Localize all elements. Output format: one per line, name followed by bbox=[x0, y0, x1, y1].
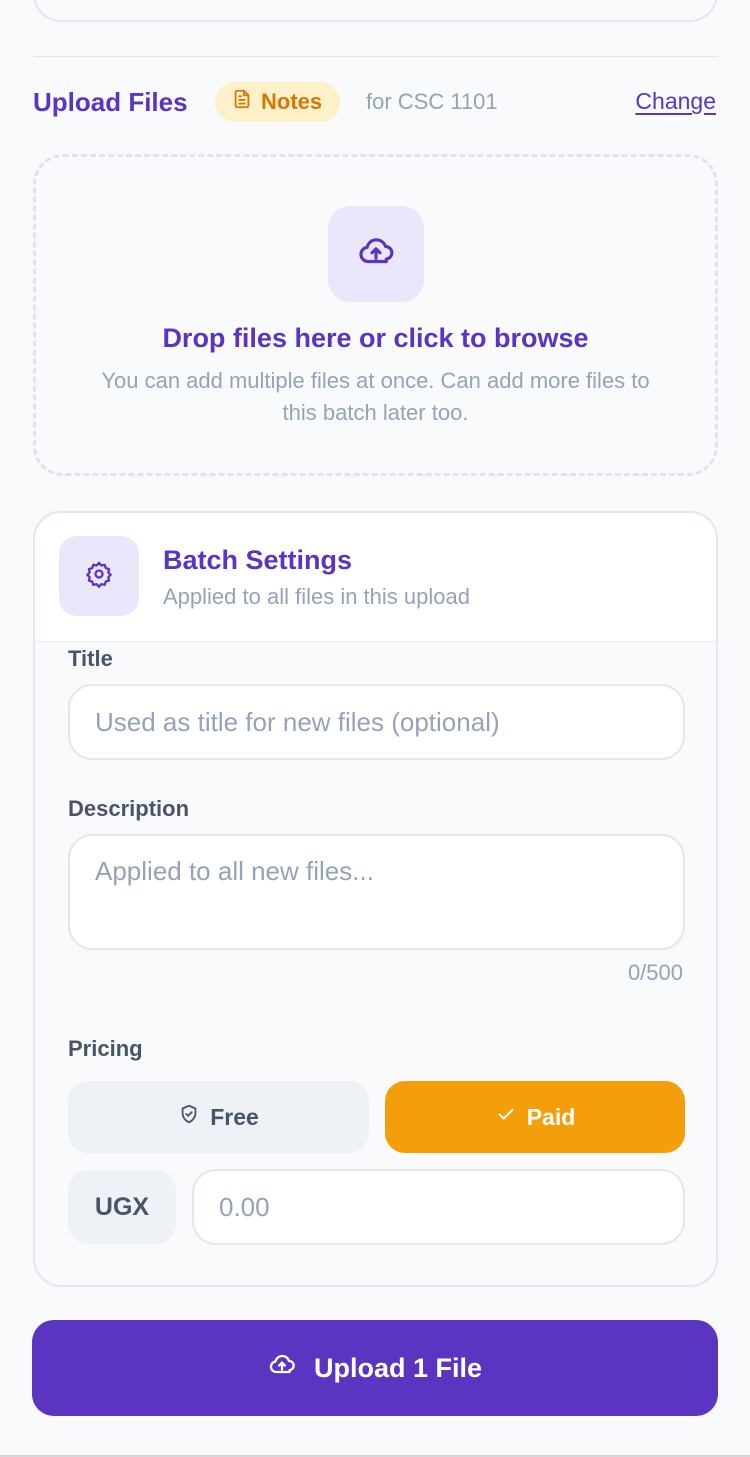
gear-icon-box bbox=[59, 536, 139, 616]
check-icon bbox=[495, 1103, 517, 1131]
course-context: for CSC 1101 bbox=[366, 89, 498, 114]
dropzone-subtitle: You can add multiple files at once. Can … bbox=[101, 368, 650, 425]
title-input[interactable] bbox=[68, 684, 685, 760]
pricing-label: Pricing bbox=[68, 1036, 143, 1061]
section-divider bbox=[33, 56, 718, 57]
category-badge: Notes bbox=[215, 82, 341, 122]
batch-settings-subtitle: Applied to all files in this upload bbox=[163, 584, 470, 609]
upload-button-label: Upload 1 File bbox=[313, 1352, 483, 1383]
description-char-counter: 0/500 bbox=[627, 960, 683, 985]
upload-header: Upload Files Notes for CSC 1101 Change bbox=[33, 82, 718, 122]
pricing-paid-button[interactable]: Paid bbox=[385, 1081, 685, 1153]
title-label: Title bbox=[68, 646, 113, 671]
description-textarea[interactable] bbox=[68, 834, 685, 950]
cloud-upload-icon bbox=[268, 1351, 296, 1386]
shield-check-icon bbox=[178, 1103, 200, 1131]
gear-icon bbox=[85, 560, 113, 593]
pricing-free-label: Free bbox=[210, 1103, 259, 1130]
dropzone-icon-box bbox=[328, 206, 424, 302]
pricing-free-button[interactable]: Free bbox=[68, 1081, 369, 1153]
change-link[interactable]: Change bbox=[635, 88, 716, 115]
dropzone-title: Drop files here or click to browse bbox=[162, 323, 589, 353]
pricing-paid-label: Paid bbox=[526, 1103, 576, 1130]
price-amount-input[interactable] bbox=[192, 1169, 685, 1245]
previous-card-edge bbox=[33, 0, 718, 22]
upload-files-button[interactable]: Upload 1 File bbox=[32, 1320, 718, 1416]
description-label: Description bbox=[68, 796, 190, 821]
batch-settings-title: Batch Settings bbox=[163, 545, 353, 575]
page-title: Upload Files bbox=[33, 87, 188, 117]
batch-settings-card: Batch Settings Applied to all files in t… bbox=[33, 511, 718, 1287]
file-dropzone[interactable]: Drop files here or click to browse You c… bbox=[33, 154, 718, 476]
document-icon bbox=[231, 88, 253, 116]
currency-label: UGX bbox=[68, 1170, 176, 1244]
cloud-upload-icon bbox=[357, 233, 395, 276]
batch-settings-header: Batch Settings Applied to all files in t… bbox=[35, 513, 716, 642]
badge-label: Notes bbox=[261, 89, 323, 114]
